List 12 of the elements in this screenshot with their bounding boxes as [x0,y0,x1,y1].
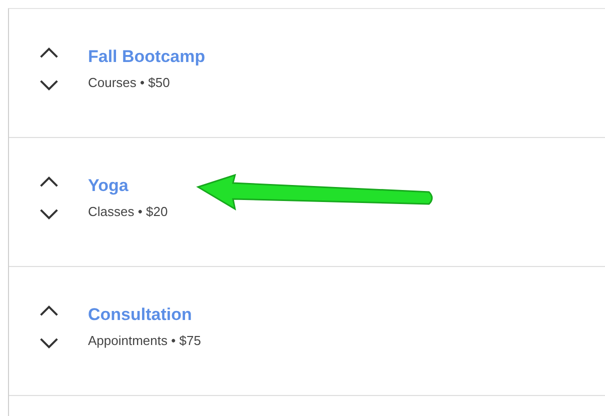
item-subtitle: Classes • $20 [88,204,168,218]
chevron-down-icon[interactable] [39,79,59,91]
chevron-up-icon[interactable] [39,305,59,317]
item-subtitle: Appointments • $75 [88,332,201,348]
item-title-link[interactable]: Consultation [88,304,201,324]
chevron-down-icon[interactable] [39,208,59,220]
chevron-up-icon[interactable] [39,47,59,59]
item-title-link[interactable]: Fall Bootcamp [88,46,206,66]
item-subtitle: Courses • $50 [88,74,171,90]
item-title-link[interactable]: Yoga [88,176,168,196]
chevron-up-icon[interactable] [39,176,59,188]
chevron-down-icon[interactable] [39,337,59,349]
